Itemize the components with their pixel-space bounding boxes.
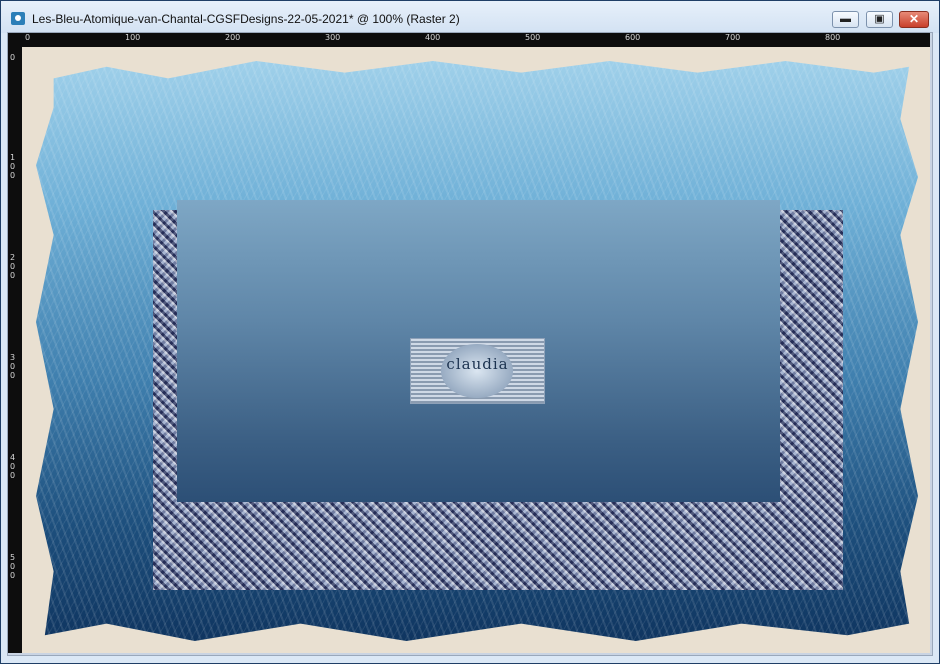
- horizontal-ruler[interactable]: 0 100 200 300 400 500 600 700 800: [22, 33, 930, 47]
- close-icon: ✕: [908, 12, 920, 26]
- window-title: Les-Bleu-Atomique-van-Chantal-CGSFDesign…: [32, 12, 460, 26]
- vruler-label: 300: [10, 353, 16, 380]
- hruler-label: 200: [225, 33, 241, 42]
- image-icon: [11, 12, 25, 25]
- hruler-label: 0: [25, 33, 31, 42]
- maximize-button[interactable]: ▣: [866, 11, 893, 28]
- hruler-label: 800: [825, 33, 841, 42]
- title-bar[interactable]: Les-Bleu-Atomique-van-Chantal-CGSFDesign…: [1, 1, 939, 33]
- hruler-label: 400: [425, 33, 441, 42]
- watermark-logo: claudia: [410, 338, 545, 404]
- maximize-icon: ▣: [874, 13, 885, 25]
- vertical-ruler[interactable]: 0 100 200 300 400 500: [8, 47, 22, 653]
- watermark-text: claudia: [446, 355, 509, 373]
- close-button[interactable]: ✕: [899, 11, 929, 28]
- ruler-corner: [8, 33, 22, 47]
- hruler-label: 700: [725, 33, 741, 42]
- hruler-label: 100: [125, 33, 141, 42]
- minimize-button[interactable]: ▬: [832, 11, 859, 28]
- hruler-label: 600: [625, 33, 641, 42]
- vruler-label: 400: [10, 453, 16, 480]
- image-canvas[interactable]: claudia: [22, 47, 930, 653]
- vruler-label: 0: [10, 53, 16, 62]
- hruler-label: 500: [525, 33, 541, 42]
- hruler-label: 300: [325, 33, 341, 42]
- vruler-label: 500: [10, 553, 16, 580]
- minimize-icon: ▬: [840, 13, 851, 25]
- vruler-label: 200: [10, 253, 16, 280]
- vruler-label: 100: [10, 153, 16, 180]
